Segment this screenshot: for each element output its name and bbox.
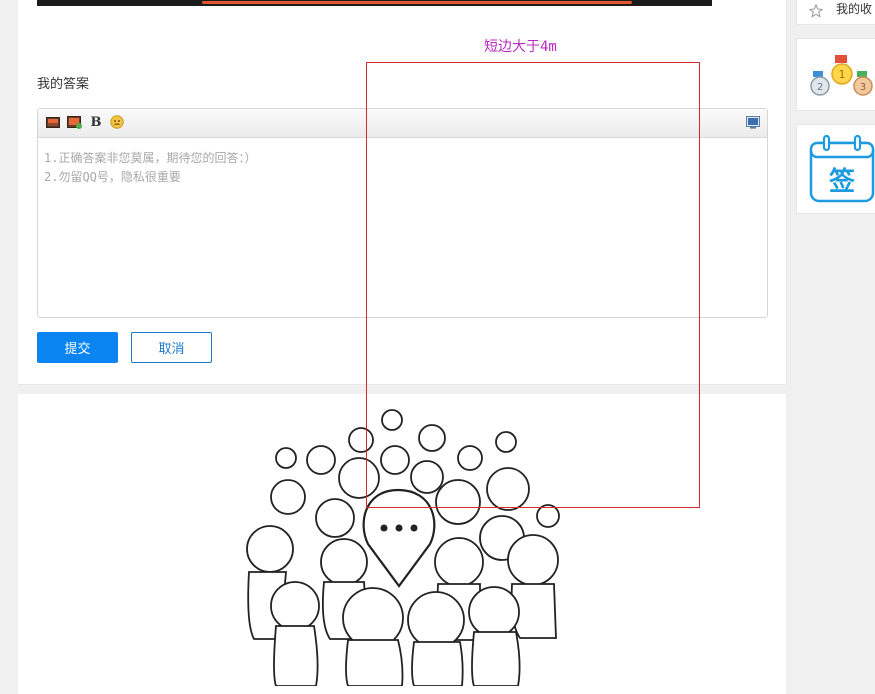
- answer-title: 我的答案: [37, 77, 90, 92]
- image-icon[interactable]: [45, 115, 61, 129]
- bold-button[interactable]: B: [88, 115, 104, 130]
- calendar-signin-icon: 签: [809, 134, 875, 203]
- fullscreen-icon[interactable]: [745, 115, 761, 129]
- medal-1: 1: [839, 68, 846, 81]
- media-accent-bar: [202, 1, 632, 4]
- sidebar-signin[interactable]: 签: [796, 124, 875, 214]
- submit-button[interactable]: 提交: [37, 332, 118, 363]
- placeholder-line-2: 2.勿留QQ号，隐私很重要: [44, 170, 181, 184]
- medal-ranking-icon: 2 1 3: [810, 55, 873, 96]
- annotation-label: 短边大于4m: [484, 39, 557, 55]
- emoji-icon[interactable]: [109, 115, 125, 129]
- star-icon: [808, 3, 824, 22]
- sidebar-ranking[interactable]: 2 1 3: [796, 38, 875, 111]
- photo-icon[interactable]: [66, 115, 82, 129]
- medal-3: 3: [860, 82, 866, 93]
- placeholder-line-1: 1.正确答案非您莫属，期待您的回答：）: [44, 151, 257, 165]
- annotation-box: [366, 62, 700, 508]
- top-media-strip: [37, 0, 712, 6]
- signin-label: 签: [829, 166, 856, 197]
- favorites-label: 我的收: [836, 2, 873, 16]
- answer-input[interactable]: 1.正确答案非您莫属，期待您的回答：） 2.勿留QQ号，隐私很重要: [44, 149, 256, 187]
- sidebar-favorites[interactable]: 我的收: [796, 0, 875, 25]
- medal-2: 2: [817, 82, 823, 93]
- cancel-button[interactable]: 取消: [131, 332, 212, 363]
